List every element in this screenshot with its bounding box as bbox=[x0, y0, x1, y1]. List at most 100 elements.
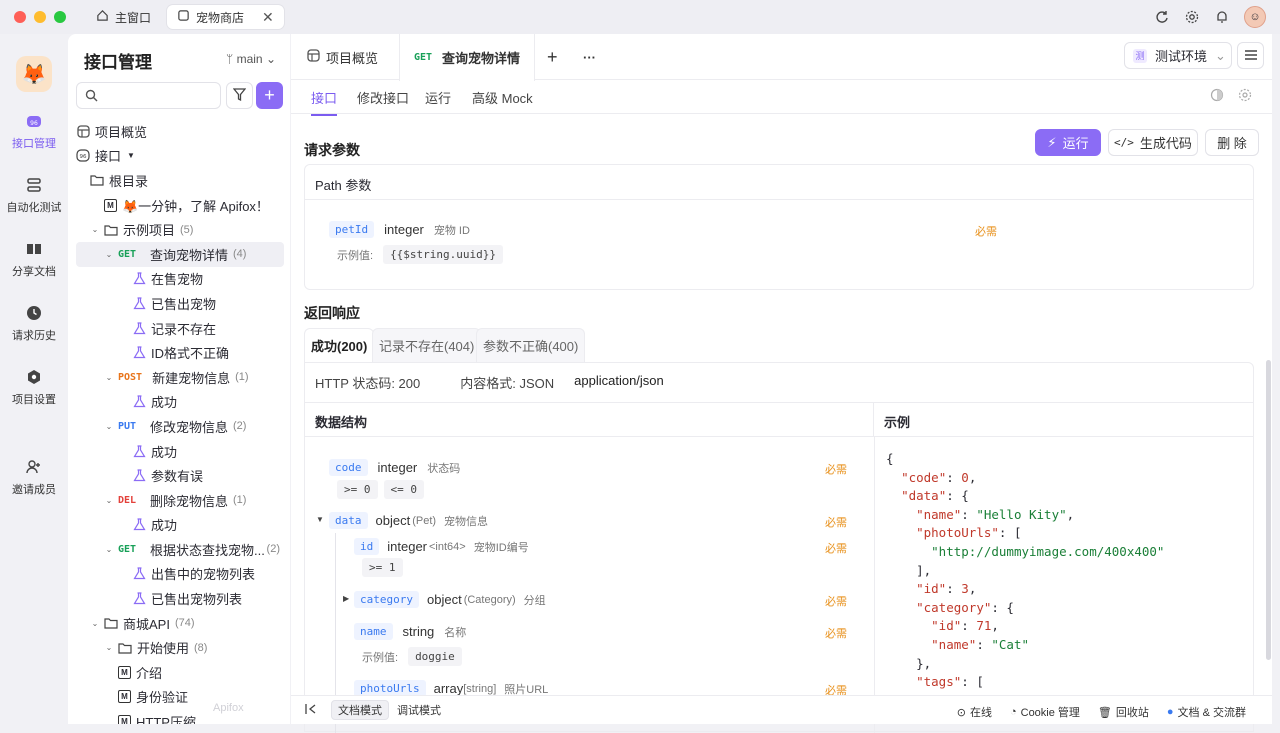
tree-case[interactable]: 成功 bbox=[76, 513, 284, 538]
tree-case[interactable]: 参数有误 bbox=[76, 463, 284, 488]
api-icon: 96 bbox=[76, 149, 90, 163]
tree-item[interactable]: 项目概览 bbox=[76, 119, 284, 144]
online-status[interactable]: ⊙ 在线 bbox=[957, 704, 992, 720]
rail-item-invite[interactable]: 邀请成员 bbox=[0, 458, 68, 497]
subtab-api[interactable]: 接口 bbox=[311, 88, 338, 116]
tree-label: 已售出宠物 bbox=[151, 296, 217, 312]
community-button[interactable]: ● 文档 & 交流群 bbox=[1167, 704, 1246, 720]
caret-icon[interactable]: ⌄ bbox=[104, 643, 114, 652]
caret-right-icon[interactable]: ▶ bbox=[343, 594, 349, 603]
tab-get-pet-detail[interactable]: GET 查询宠物详情 bbox=[399, 34, 536, 81]
caret-icon[interactable]: ⌄ bbox=[104, 373, 114, 382]
search-input[interactable] bbox=[76, 82, 221, 109]
tree-folder[interactable]: ⌄ 商城API (74) bbox=[76, 611, 284, 636]
tree-label: 在售宠物 bbox=[151, 272, 204, 288]
tree-label: 示例项目 bbox=[123, 223, 176, 239]
window-tab-home[interactable]: 主窗口 bbox=[86, 5, 161, 29]
rail-item-history[interactable]: 请求历史 bbox=[0, 304, 68, 343]
close-window-button[interactable] bbox=[14, 11, 26, 23]
tree-endpoint[interactable]: ⌄ DEL 删除宠物信息 (1) bbox=[76, 488, 284, 513]
theme-icon[interactable] bbox=[1210, 88, 1224, 105]
settings-icon[interactable] bbox=[1238, 88, 1252, 105]
tree-folder[interactable]: 根目录 bbox=[76, 168, 284, 193]
close-icon[interactable]: ✕ bbox=[262, 9, 274, 26]
bell-icon[interactable] bbox=[1214, 9, 1230, 25]
subtab-mock[interactable]: 高级 Mock bbox=[472, 88, 533, 107]
tree-item[interactable]: M 🦊一分钟，了解 Apifox！ bbox=[76, 193, 284, 218]
branch-selector[interactable]: ᛘ main ⌄ bbox=[226, 52, 276, 66]
flask-icon bbox=[132, 518, 146, 532]
tree-label: ID格式不正确 bbox=[151, 346, 230, 362]
tree-item[interactable]: 96 接口 ▼ bbox=[76, 144, 284, 169]
tree-case[interactable]: 在售宠物 bbox=[76, 267, 284, 292]
tree-case[interactable]: 成功 bbox=[76, 439, 284, 464]
caret-icon[interactable]: ⌄ bbox=[90, 225, 100, 234]
rail-item-api-management[interactable]: 96 接口管理 bbox=[0, 112, 68, 151]
rail-item-share-docs[interactable]: 分享文档 bbox=[0, 240, 68, 279]
caret-icon[interactable]: ⌄ bbox=[104, 545, 114, 554]
environment-select[interactable]: 测 测试环境 ⌄ bbox=[1124, 42, 1232, 69]
tree-endpoint[interactable]: ⌄ GET 根据状态查找宠物... (2) bbox=[76, 537, 284, 562]
maximize-window-button[interactable] bbox=[54, 11, 66, 23]
subtab-run[interactable]: 运行 bbox=[425, 88, 451, 107]
run-button[interactable]: ⚡ 运行 bbox=[1035, 129, 1101, 156]
env-label: 测试环境 bbox=[1155, 49, 1208, 64]
caret-down-icon[interactable]: ▼ bbox=[127, 151, 135, 160]
filter-button[interactable] bbox=[226, 82, 253, 109]
collapse-sidebar-icon[interactable] bbox=[305, 703, 317, 718]
rail-item-automation[interactable]: 自动化测试 bbox=[0, 176, 68, 215]
caret-icon[interactable]: ⌄ bbox=[104, 250, 114, 259]
caret-icon[interactable]: ⌄ bbox=[90, 619, 100, 628]
more-tabs-button[interactable]: ··· bbox=[569, 34, 610, 80]
tree-label: HTTP压缩 bbox=[136, 715, 196, 724]
tree-folder[interactable]: ⌄ 示例项目 (5) bbox=[76, 217, 284, 242]
tree-label: 根据状态查找宠物... bbox=[150, 542, 265, 558]
response-tab-404[interactable]: 记录不存在(404) bbox=[372, 328, 482, 362]
cookie-manager-button[interactable]: ◔ Cookie 管理 bbox=[1010, 704, 1080, 720]
caret-icon[interactable]: ⌄ bbox=[104, 496, 114, 505]
generate-code-button[interactable]: </> 生成代码 bbox=[1108, 129, 1198, 156]
avatar[interactable]: ☺ bbox=[1244, 6, 1266, 28]
new-tab-button[interactable]: + bbox=[533, 34, 572, 80]
tree-item[interactable]: M 身份验证 bbox=[76, 685, 284, 710]
tree-case[interactable]: 已售出宠物列表 bbox=[76, 586, 284, 611]
field-type: object bbox=[375, 513, 411, 528]
tree-case[interactable]: 已售出宠物 bbox=[76, 291, 284, 316]
tree-case[interactable]: 成功 bbox=[76, 390, 284, 415]
rail-item-project-settings[interactable]: 项目设置 bbox=[0, 368, 68, 407]
folder-icon bbox=[104, 616, 118, 630]
tree-label: 记录不存在 bbox=[151, 321, 217, 337]
tree-endpoint[interactable]: ⌄ GET 查询宠物详情 (4) bbox=[76, 241, 284, 267]
trash-button[interactable]: 🗑 回收站 bbox=[1098, 704, 1149, 720]
tree-folder[interactable]: ⌄ 开始使用 (8) bbox=[76, 635, 284, 660]
response-tab-200[interactable]: 成功(200) bbox=[304, 328, 375, 362]
flask-icon bbox=[132, 272, 146, 286]
add-button[interactable]: + bbox=[256, 82, 283, 109]
caret-icon[interactable]: ⌄ bbox=[104, 422, 114, 431]
refresh-icon[interactable] bbox=[1154, 9, 1170, 25]
settings-icon[interactable] bbox=[1184, 9, 1200, 25]
doc-mode-button[interactable]: 文档模式 bbox=[331, 700, 389, 720]
tree-label: 参数有误 bbox=[151, 469, 204, 485]
tree-label: 查询宠物详情 bbox=[150, 247, 229, 263]
tab-project-overview[interactable]: 项目概览 bbox=[293, 34, 392, 80]
tree-endpoint[interactable]: ⌄ POST 新建宠物信息 (1) bbox=[76, 365, 284, 390]
debug-mode-button[interactable]: 调试模式 bbox=[391, 700, 447, 720]
subtab-edit[interactable]: 修改接口 bbox=[357, 88, 409, 107]
tree-case[interactable]: 记录不存在 bbox=[76, 316, 284, 341]
tree-item[interactable]: M HTTP压缩 bbox=[76, 709, 284, 724]
count-badge: (2) bbox=[266, 543, 280, 556]
scrollbar[interactable] bbox=[1266, 360, 1271, 660]
response-tab-400[interactable]: 参数不正确(400) bbox=[476, 328, 586, 362]
window-tab-pet-store[interactable]: 宠物商店 ✕ bbox=[167, 5, 284, 29]
menu-button[interactable] bbox=[1237, 42, 1264, 69]
tree-endpoint[interactable]: ⌄ PUT 修改宠物信息 (2) bbox=[76, 414, 284, 439]
tree-case[interactable]: 出售中的宠物列表 bbox=[76, 562, 284, 587]
minimize-window-button[interactable] bbox=[34, 11, 46, 23]
delete-button[interactable]: 删 除 bbox=[1205, 129, 1259, 156]
tree-case[interactable]: ID格式不正确 bbox=[76, 340, 284, 365]
title-bar: 主窗口 宠物商店 ✕ ☺ bbox=[0, 0, 1280, 34]
tree-item[interactable]: M 介绍 bbox=[76, 660, 284, 685]
example-value: {{$string.uuid}} bbox=[383, 245, 504, 264]
caret-down-icon[interactable]: ▼ bbox=[316, 515, 324, 524]
